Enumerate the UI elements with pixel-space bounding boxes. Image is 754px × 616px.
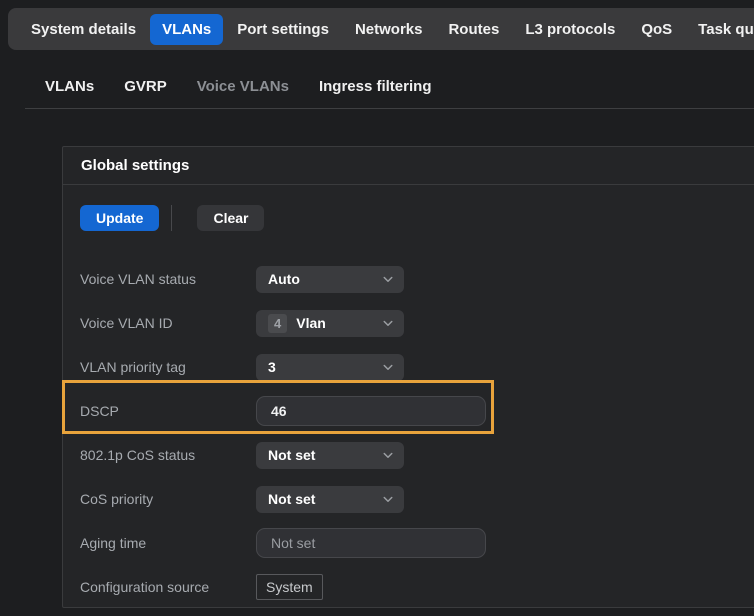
field-row-voice-vlan-status: Voice VLAN status Auto — [63, 257, 754, 301]
field-label: Aging time — [80, 535, 256, 551]
global-settings-form: Voice VLAN status Auto Voice VLAN ID 4 V… — [63, 257, 754, 609]
subtab-ingress-filtering[interactable]: Ingress filtering — [319, 78, 432, 95]
nav-item-vlans[interactable]: VLANs — [150, 14, 223, 45]
field-row-8021p-cos-status: 802.1p CoS status Not set — [63, 433, 754, 477]
voice-vlan-status-select[interactable]: Auto — [256, 266, 404, 293]
chevron-down-icon — [382, 361, 394, 373]
select-value: 3 — [268, 359, 382, 375]
field-row-aging-time: Aging time — [63, 521, 754, 565]
nav-item-networks[interactable]: Networks — [343, 14, 435, 45]
field-row-cos-priority: CoS priority Not set — [63, 477, 754, 521]
cos-priority-select[interactable]: Not set — [256, 486, 404, 513]
field-label: Voice VLAN ID — [80, 315, 256, 331]
top-navigation-bar: System details VLANs Port settings Netwo… — [8, 8, 754, 50]
chevron-down-icon — [382, 317, 394, 329]
global-settings-panel: Global settings Update Clear Voice VLAN … — [62, 146, 754, 608]
select-value: Auto — [268, 271, 382, 287]
field-row-configuration-source: Configuration source System — [63, 565, 754, 609]
nav-item-qos[interactable]: QoS — [629, 14, 684, 45]
panel-header: Global settings — [63, 147, 754, 185]
field-row-dscp: DSCP — [63, 389, 754, 433]
cos-status-select[interactable]: Not set — [256, 442, 404, 469]
subtab-voice-vlans[interactable]: Voice VLANs — [197, 78, 289, 95]
subtab-gvrp[interactable]: GVRP — [124, 78, 167, 95]
dscp-input[interactable] — [256, 396, 486, 426]
chevron-down-icon — [382, 449, 394, 461]
panel-title: Global settings — [81, 157, 189, 174]
field-label: VLAN priority tag — [80, 359, 256, 375]
panel-actions: Update Clear — [80, 205, 754, 231]
nav-item-system-details[interactable]: System details — [19, 14, 148, 45]
select-value: Not set — [268, 491, 382, 507]
nav-item-l3-protocols[interactable]: L3 protocols — [513, 14, 627, 45]
nav-item-routes[interactable]: Routes — [436, 14, 511, 45]
field-label: Configuration source — [80, 579, 256, 595]
chevron-down-icon — [382, 493, 394, 505]
nav-item-task-queue[interactable]: Task queue — [686, 14, 754, 45]
select-value: Vlan — [296, 315, 382, 331]
field-label: DSCP — [80, 403, 256, 419]
field-label: 802.1p CoS status — [80, 447, 256, 463]
nav-item-port-settings[interactable]: Port settings — [225, 14, 341, 45]
aging-time-input[interactable] — [256, 528, 486, 558]
clear-button[interactable]: Clear — [197, 205, 264, 231]
subtabs-divider — [25, 108, 754, 109]
field-label: Voice VLAN status — [80, 271, 256, 287]
update-button[interactable]: Update — [80, 205, 159, 231]
vlan-id-badge: 4 — [268, 314, 287, 333]
field-row-voice-vlan-id: Voice VLAN ID 4 Vlan — [63, 301, 754, 345]
configuration-source-badge: System — [256, 574, 323, 600]
chevron-down-icon — [382, 273, 394, 285]
button-separator — [171, 205, 172, 231]
vlan-priority-tag-select[interactable]: 3 — [256, 354, 404, 381]
vlan-subtabs: VLANs GVRP Voice VLANs Ingress filtering — [45, 78, 431, 95]
field-label: CoS priority — [80, 491, 256, 507]
voice-vlan-id-select[interactable]: 4 Vlan — [256, 310, 404, 337]
select-value: Not set — [268, 447, 382, 463]
field-row-vlan-priority-tag: VLAN priority tag 3 — [63, 345, 754, 389]
subtab-vlans[interactable]: VLANs — [45, 78, 94, 95]
